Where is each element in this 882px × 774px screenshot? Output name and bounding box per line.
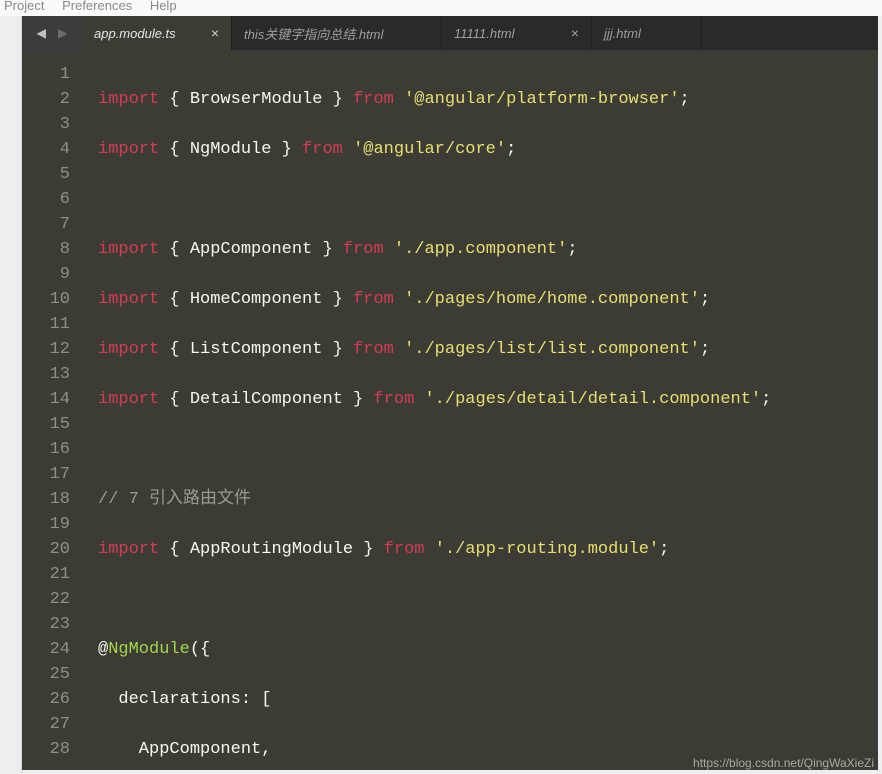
string: '@angular/platform-browser' — [404, 90, 679, 109]
tab-app-module[interactable]: app.module.ts × — [82, 16, 232, 50]
keyword: import — [98, 290, 159, 309]
string: './app-routing.module' — [435, 540, 659, 559]
keyword: from — [353, 340, 394, 359]
keyword: import — [98, 340, 159, 359]
keyword: import — [98, 240, 159, 259]
editor: ◀ ▶ app.module.ts × this关键字指向总结.html 111… — [22, 16, 878, 770]
comment: // 7 引入路由文件 — [98, 490, 251, 509]
menu-bar: Project Preferences Help — [0, 0, 882, 16]
code-text: AppComponent, — [98, 740, 271, 759]
string: './pages/detail/detail.component' — [424, 390, 761, 409]
keyword: import — [98, 540, 159, 559]
keyword: import — [98, 390, 159, 409]
code-area[interactable]: import { BrowserModule } from '@angular/… — [84, 50, 878, 770]
tab-label: 11111.html — [454, 26, 514, 41]
symbols: { BrowserModule } — [169, 90, 342, 109]
close-icon[interactable]: × — [571, 25, 579, 41]
symbols: { HomeComponent } — [169, 290, 342, 309]
close-icon[interactable]: × — [211, 25, 219, 41]
decorator-name: NgModule — [108, 640, 190, 659]
tab-11111[interactable]: 11111.html × — [442, 16, 592, 50]
keyword: from — [353, 290, 394, 309]
line-gutter: 1234567891011121314151617181920212223242… — [22, 50, 84, 770]
punct: ; — [700, 290, 710, 309]
symbols: { AppComponent } — [169, 240, 332, 259]
punct: ({ — [190, 640, 210, 659]
menu-project[interactable]: Project — [4, 0, 44, 13]
tab-bar: ◀ ▶ app.module.ts × this关键字指向总结.html 111… — [22, 16, 878, 50]
keyword: import — [98, 90, 159, 109]
string: '@angular/core' — [353, 140, 506, 159]
menu-preferences[interactable]: Preferences — [62, 0, 132, 13]
keyword: from — [384, 540, 425, 559]
minimap-strip — [0, 16, 22, 774]
punct: ; — [680, 90, 690, 109]
symbols: { AppRoutingModule } — [169, 540, 373, 559]
nav-arrows: ◀ ▶ — [22, 16, 82, 50]
keyword: import — [98, 140, 159, 159]
tab-label: jjj.html — [604, 26, 641, 41]
keyword: from — [302, 140, 343, 159]
punct: ; — [659, 540, 669, 559]
symbols: { DetailComponent } — [169, 390, 363, 409]
keyword: from — [353, 90, 394, 109]
tab-label: this关键字指向总结.html — [244, 24, 383, 43]
punct: ; — [506, 140, 516, 159]
symbols: { ListComponent } — [169, 340, 342, 359]
string: './pages/home/home.component' — [404, 290, 700, 309]
decorator-at: @ — [98, 640, 108, 659]
punct: ; — [761, 390, 771, 409]
tab-jjj[interactable]: jjj.html — [592, 16, 702, 50]
tab-this-keyword[interactable]: this关键字指向总结.html — [232, 16, 442, 50]
keyword: from — [373, 390, 414, 409]
menu-help[interactable]: Help — [150, 0, 177, 13]
code-text: declarations: [ — [98, 690, 271, 709]
symbols: { NgModule } — [169, 140, 291, 159]
watermark: https://blog.csdn.net/QingWaXieZi — [693, 756, 874, 770]
editor-body[interactable]: 1234567891011121314151617181920212223242… — [22, 50, 878, 770]
punct: ; — [700, 340, 710, 359]
string: './pages/list/list.component' — [404, 340, 700, 359]
keyword: from — [343, 240, 384, 259]
tab-label: app.module.ts — [94, 26, 176, 41]
punct: ; — [567, 240, 577, 259]
nav-back-icon[interactable]: ◀ — [36, 23, 46, 43]
nav-forward-icon[interactable]: ▶ — [58, 23, 68, 43]
string: './app.component' — [394, 240, 567, 259]
